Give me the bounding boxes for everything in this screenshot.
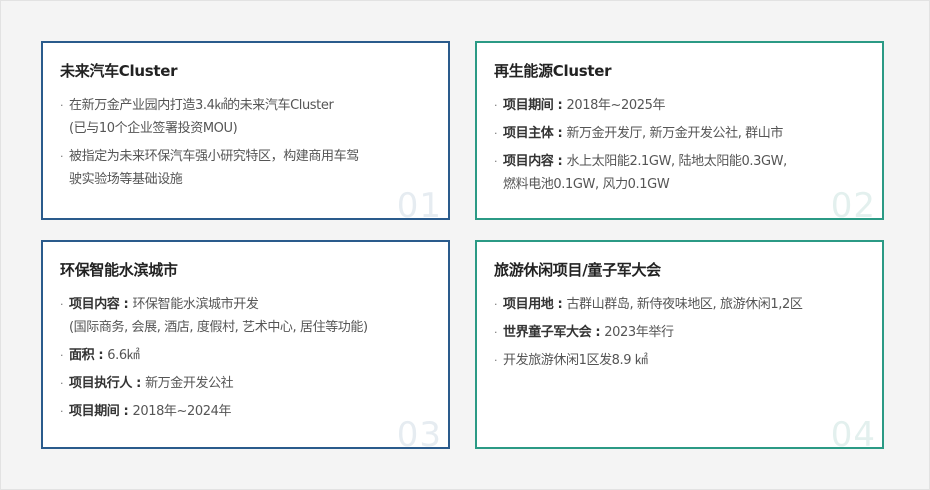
list-item: · 面积 : 6.6㎢ <box>60 348 140 363</box>
card-list: · 项目期间 : 2018年~2025年 · 项目主体 : 新万金开发厅, 新万金开… <box>494 94 852 201</box>
list-item: · 世界童子军大会 : 2023年举行 <box>494 325 674 340</box>
card-list: · 项目内容 : 环保智能水滨城市开发 (国际商务, 会展, 酒店, 度假村, 艺术… <box>60 293 418 428</box>
list-item: · 被指定为未来环保汽车强小研究特区，构建商用车驾 驶实验场等基础设施 <box>60 149 359 187</box>
card-eco-smart-waterfront-city: 环保智能水滨城市 · 项目内容 : 环保智能水滨城市开发 (国际商务, 会展, 酒店… <box>41 240 450 449</box>
card-renewable-energy-cluster: 再生能源Cluster · 项目期间 : 2018年~2025年 · 项目主体 : … <box>475 41 884 220</box>
card-number: 01 <box>396 186 442 220</box>
list-item: · 项目主体 : 新万金开发厅, 新万金开发公社, 群山市 <box>494 126 783 141</box>
card-number: 03 <box>396 415 442 449</box>
card-title: 未来汽车Cluster <box>60 62 178 80</box>
list-item: · 项目内容 : 环保智能水滨城市开发 (国际商务, 会展, 酒店, 度假村, 艺术… <box>60 297 368 335</box>
list-item: · 项目期间 : 2018年~2025年 <box>494 98 666 113</box>
list-item: · 项目期间 : 2018年~2024年 <box>60 404 232 419</box>
list-item: · 项目执行人 : 新万金开发公社 <box>60 376 234 391</box>
list-item: · 开发旅游休闲1区发8.9 ㎢ <box>494 353 648 368</box>
list-item: · 在新万金产业园内打造3.4㎢的未来汽车Cluster (已与10个企业签署投资M… <box>60 98 334 136</box>
card-title: 旅游休闲项目/童子军大会 <box>494 261 661 279</box>
card-tourism-leisure-jamboree: 旅游休闲项目/童子军大会 · 项目用地 : 古群山群岛, 新侍夜味地区, 旅游休闲… <box>475 240 884 449</box>
card-list: · 项目用地 : 古群山群岛, 新侍夜味地区, 旅游休闲1,2区 · 世界童子军大会… <box>494 293 852 377</box>
card-title: 环保智能水滨城市 <box>60 261 178 279</box>
card-number: 02 <box>830 186 876 220</box>
card-future-car-cluster: 未来汽车Cluster · 在新万金产业园内打造3.4㎢的未来汽车Cluster(… <box>41 41 450 220</box>
card-number: 04 <box>830 415 876 449</box>
card-title: 再生能源Cluster <box>494 62 612 80</box>
card-list: · 在新万金产业园内打造3.4㎢的未来汽车Cluster (已与10个企业签署投资M… <box>60 94 418 196</box>
list-item: · 项目内容 : 水上太阳能2.1GW, 陆地太阳能0.3GW, 燃料电池0.1GW… <box>494 154 787 192</box>
list-item: · 项目用地 : 古群山群岛, 新侍夜味地区, 旅游休闲1,2区 <box>494 297 803 312</box>
